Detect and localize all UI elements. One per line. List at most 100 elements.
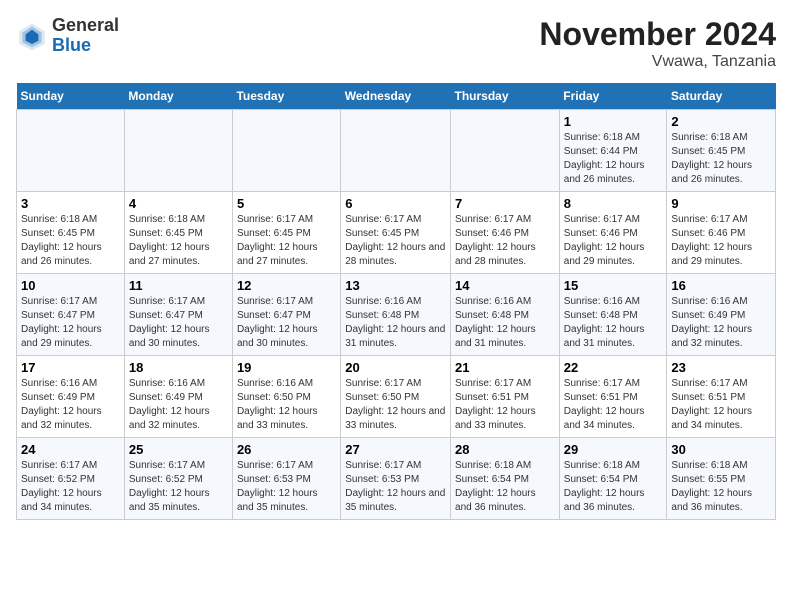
calendar-cell: 26Sunrise: 6:17 AM Sunset: 6:53 PM Dayli… (232, 438, 340, 520)
calendar-cell: 5Sunrise: 6:17 AM Sunset: 6:45 PM Daylig… (232, 192, 340, 274)
calendar-cell: 21 Sunrise: 6:17 AM Sunset: 6:51 PM Dayli… (451, 356, 560, 438)
day-info: Sunrise: 6:16 AM Sunset: 6:48 PM Dayligh… (345, 295, 446, 351)
day-info: Sunrise: 6:16 AM Sunset: 6:49 PM Dayligh… (129, 377, 228, 433)
calendar-cell: 3 Sunrise: 6:18 AM Sunset: 6:45 PM Daylig… (17, 192, 125, 274)
day-info: Sunrise: 6:16 AM Sunset: 6:49 PM Dayligh… (671, 295, 771, 351)
header-day-saturday: Saturday (667, 83, 776, 110)
calendar-cell: 12 Sunrise: 6:17 AM Sunset: 6:47 PM Dayli… (232, 274, 340, 356)
calendar-header: SundayMondayTuesdayWednesdayThursdayFrid… (17, 83, 776, 110)
day-number: 8 (564, 196, 663, 211)
day-number: 24 (21, 442, 120, 457)
day-number: 3 (21, 196, 120, 211)
logo-general: General (52, 16, 119, 36)
day-number: 23 (671, 360, 771, 375)
day-number: 17 (21, 360, 120, 375)
calendar-cell (124, 110, 232, 192)
header-day-tuesday: Tuesday (232, 83, 340, 110)
logo: General Blue (16, 16, 119, 56)
day-number: 10 (21, 278, 120, 293)
day-info: Sunrise: 6:17 AM Sunset: 6:46 PM Dayligh… (671, 213, 771, 269)
calendar-cell: 11 Sunrise: 6:17 AM Sunset: 6:47 PM Dayli… (124, 274, 232, 356)
calendar-cell: 23 Sunrise: 6:17 AM Sunset: 6:51 PM Dayli… (667, 356, 776, 438)
logo-blue: Blue (52, 36, 119, 56)
day-info: Sunrise: 6:18 AM Sunset: 6:54 PM Dayligh… (564, 459, 663, 515)
calendar-cell (232, 110, 340, 192)
calendar-cell: 16 Sunrise: 6:16 AM Sunset: 6:49 PM Dayli… (667, 274, 776, 356)
day-info: Sunrise: 6:17 AM Sunset: 6:53 PM Dayligh… (237, 459, 336, 515)
day-number: 18 (129, 360, 228, 375)
day-info: Sunrise: 6:17 AM Sunset: 6:47 PM Dayligh… (129, 295, 228, 351)
calendar-cell: 4Sunrise: 6:18 AM Sunset: 6:45 PM Daylig… (124, 192, 232, 274)
calendar-cell: 2 Sunrise: 6:18 AM Sunset: 6:45 PM Daylig… (667, 110, 776, 192)
calendar-cell (341, 110, 451, 192)
day-number: 27 (345, 442, 446, 457)
calendar-cell: 29 Sunrise: 6:18 AM Sunset: 6:54 PM Dayli… (559, 438, 667, 520)
day-info: Sunrise: 6:17 AM Sunset: 6:47 PM Dayligh… (237, 295, 336, 351)
logo-text: General Blue (52, 16, 119, 56)
day-info: Sunrise: 6:18 AM Sunset: 6:45 PM Dayligh… (671, 131, 771, 187)
day-info: Sunrise: 6:18 AM Sunset: 6:54 PM Dayligh… (455, 459, 555, 515)
page-subtitle: Vwawa, Tanzania (539, 53, 776, 71)
day-number: 30 (671, 442, 771, 457)
calendar-cell: 22Sunrise: 6:17 AM Sunset: 6:51 PM Dayli… (559, 356, 667, 438)
day-info: Sunrise: 6:17 AM Sunset: 6:51 PM Dayligh… (671, 377, 771, 433)
calendar-body: 1 Sunrise: 6:18 AM Sunset: 6:44 PM Daylig… (17, 110, 776, 520)
calendar-cell: 24 Sunrise: 6:17 AM Sunset: 6:52 PM Dayli… (17, 438, 125, 520)
day-info: Sunrise: 6:18 AM Sunset: 6:55 PM Dayligh… (671, 459, 771, 515)
day-info: Sunrise: 6:17 AM Sunset: 6:52 PM Dayligh… (21, 459, 120, 515)
calendar-cell: 20Sunrise: 6:17 AM Sunset: 6:50 PM Dayli… (341, 356, 451, 438)
day-number: 1 (564, 114, 663, 129)
day-info: Sunrise: 6:17 AM Sunset: 6:47 PM Dayligh… (21, 295, 120, 351)
header-day-thursday: Thursday (451, 83, 560, 110)
day-number: 7 (455, 196, 555, 211)
day-number: 14 (455, 278, 555, 293)
calendar-cell (451, 110, 560, 192)
day-number: 28 (455, 442, 555, 457)
calendar-week-1: 1 Sunrise: 6:18 AM Sunset: 6:44 PM Daylig… (17, 110, 776, 192)
day-info: Sunrise: 6:17 AM Sunset: 6:46 PM Dayligh… (564, 213, 663, 269)
day-number: 21 (455, 360, 555, 375)
day-number: 11 (129, 278, 228, 293)
calendar-cell: 27 Sunrise: 6:17 AM Sunset: 6:53 PM Dayli… (341, 438, 451, 520)
day-info: Sunrise: 6:18 AM Sunset: 6:44 PM Dayligh… (564, 131, 663, 187)
day-info: Sunrise: 6:17 AM Sunset: 6:50 PM Dayligh… (345, 377, 446, 433)
calendar-cell: 9 Sunrise: 6:17 AM Sunset: 6:46 PM Daylig… (667, 192, 776, 274)
day-info: Sunrise: 6:17 AM Sunset: 6:46 PM Dayligh… (455, 213, 555, 269)
header-day-friday: Friday (559, 83, 667, 110)
day-info: Sunrise: 6:16 AM Sunset: 6:48 PM Dayligh… (564, 295, 663, 351)
day-number: 16 (671, 278, 771, 293)
page-title: November 2024 (539, 16, 776, 53)
header-day-sunday: Sunday (17, 83, 125, 110)
calendar-cell: 18 Sunrise: 6:16 AM Sunset: 6:49 PM Dayli… (124, 356, 232, 438)
day-info: Sunrise: 6:16 AM Sunset: 6:48 PM Dayligh… (455, 295, 555, 351)
day-number: 2 (671, 114, 771, 129)
day-info: Sunrise: 6:17 AM Sunset: 6:52 PM Dayligh… (129, 459, 228, 515)
day-number: 12 (237, 278, 336, 293)
day-number: 13 (345, 278, 446, 293)
calendar-cell (17, 110, 125, 192)
day-info: Sunrise: 6:18 AM Sunset: 6:45 PM Dayligh… (129, 213, 228, 269)
calendar-cell: 15Sunrise: 6:16 AM Sunset: 6:48 PM Dayli… (559, 274, 667, 356)
day-number: 22 (564, 360, 663, 375)
calendar-cell: 7 Sunrise: 6:17 AM Sunset: 6:46 PM Daylig… (451, 192, 560, 274)
calendar-cell: 13 Sunrise: 6:16 AM Sunset: 6:48 PM Dayli… (341, 274, 451, 356)
day-info: Sunrise: 6:16 AM Sunset: 6:49 PM Dayligh… (21, 377, 120, 433)
day-info: Sunrise: 6:17 AM Sunset: 6:51 PM Dayligh… (455, 377, 555, 433)
day-number: 25 (129, 442, 228, 457)
logo-icon (16, 20, 48, 52)
day-info: Sunrise: 6:16 AM Sunset: 6:50 PM Dayligh… (237, 377, 336, 433)
day-info: Sunrise: 6:17 AM Sunset: 6:45 PM Dayligh… (345, 213, 446, 269)
calendar-cell: 14 Sunrise: 6:16 AM Sunset: 6:48 PM Dayli… (451, 274, 560, 356)
calendar-table: SundayMondayTuesdayWednesdayThursdayFrid… (16, 83, 776, 520)
calendar-cell: 25 Sunrise: 6:17 AM Sunset: 6:52 PM Dayli… (124, 438, 232, 520)
day-number: 9 (671, 196, 771, 211)
calendar-week-5: 24 Sunrise: 6:17 AM Sunset: 6:52 PM Dayli… (17, 438, 776, 520)
day-info: Sunrise: 6:17 AM Sunset: 6:53 PM Dayligh… (345, 459, 446, 515)
calendar-cell: 10 Sunrise: 6:17 AM Sunset: 6:47 PM Dayli… (17, 274, 125, 356)
day-info: Sunrise: 6:18 AM Sunset: 6:45 PM Dayligh… (21, 213, 120, 269)
calendar-cell: 8 Sunrise: 6:17 AM Sunset: 6:46 PM Daylig… (559, 192, 667, 274)
day-number: 6 (345, 196, 446, 211)
header-row: SundayMondayTuesdayWednesdayThursdayFrid… (17, 83, 776, 110)
day-number: 29 (564, 442, 663, 457)
calendar-cell: 19Sunrise: 6:16 AM Sunset: 6:50 PM Dayli… (232, 356, 340, 438)
